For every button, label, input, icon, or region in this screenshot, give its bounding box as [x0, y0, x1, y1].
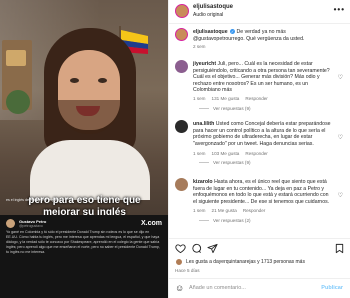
tweet-header: Gustavo Petro @petrogustavo X.com	[6, 219, 162, 228]
plant-decor	[6, 90, 30, 114]
comment-text: Hasta ahora, es el único reel que siento…	[193, 179, 330, 205]
comment-text: Usted como Concejal debería estar prepar…	[193, 121, 331, 147]
emoji-icon[interactable]: ☺	[175, 283, 184, 293]
author-avatar[interactable]	[175, 4, 189, 18]
comment-meta: 1 sem 103 Me gusta Responder	[193, 151, 268, 156]
caption-meta: 2 sem	[193, 44, 206, 49]
author-username[interactable]: eljulisastoque	[193, 4, 233, 10]
post-header: eljulisastoque Audio original •••	[169, 0, 350, 24]
liker-avatar	[175, 258, 183, 266]
view-replies-button[interactable]: Ver respuestas (9)	[199, 160, 251, 165]
caption-username[interactable]: eljulisastoque	[193, 29, 228, 35]
comment-meta: 1 sem 21 Me gusta Responder	[193, 208, 265, 213]
post-date: Hace 5 días	[175, 268, 200, 273]
reply-button[interactable]: Responder	[245, 151, 267, 156]
comment-body: kizarolo Hasta ahora, es el único reel q…	[193, 179, 333, 205]
action-bar	[169, 238, 350, 258]
comment-time: 1 sem	[193, 96, 206, 101]
audio-label[interactable]: Audio original	[193, 12, 223, 18]
tweet-overlay: Gustavo Petro @petrogustavo X.com Yo gan…	[0, 215, 168, 298]
shelf-item-decor	[6, 50, 26, 66]
view-replies-button[interactable]: Ver respuestas (2)	[199, 218, 251, 223]
add-comment-bar: ☺ Añade un comentario... Publicar	[169, 278, 350, 298]
caption-avatar[interactable]	[175, 28, 188, 41]
replies-divider	[199, 108, 209, 109]
verified-badge-icon: ✓	[230, 29, 236, 35]
view-replies-label: Ver respuestas (2)	[213, 218, 251, 223]
view-replies-button[interactable]: Ver respuestas (9)	[199, 106, 251, 111]
tweet-text: Yo gané en Colombia y tú sólo el preside…	[6, 230, 160, 254]
x-logo-icon: X.com	[140, 220, 162, 227]
comment-likes[interactable]: 21 Me gusta	[212, 208, 237, 213]
comment-likes[interactable]: 131 Me gusta	[212, 96, 240, 101]
bookmark-icon[interactable]	[334, 243, 345, 254]
comment-username[interactable]: kizarolo	[193, 179, 213, 185]
person-shirt	[30, 140, 150, 200]
comment-body: jiyeuricht Juli, pero... Cuál es la nece…	[193, 61, 333, 94]
post-panel: eljulisastoque Audio original ••• eljuli…	[168, 0, 350, 298]
person-eye-left	[70, 78, 79, 83]
comment-avatar[interactable]	[175, 60, 188, 73]
caption-body: eljulisastoque ✓ De verdad ya no más @gu…	[193, 29, 333, 42]
comment-time: 1 sem	[193, 151, 206, 156]
view-replies-label: Ver respuestas (9)	[213, 160, 251, 165]
view-replies-label: Ver respuestas (9)	[213, 106, 251, 111]
comment-meta: 1 sem 131 Me gusta Responder	[193, 96, 268, 101]
tweet-avatar	[6, 219, 15, 228]
like-heart-icon[interactable]: ♡	[338, 192, 343, 199]
publish-button[interactable]: Publicar	[321, 285, 343, 291]
like-heart-icon[interactable]: ♡	[338, 134, 343, 141]
heart-icon[interactable]	[175, 243, 186, 254]
tweet-handle: @petrogustavo	[19, 224, 43, 228]
share-icon[interactable]	[207, 243, 218, 254]
reply-button[interactable]: Responder	[243, 208, 265, 213]
comment-time: 1 sem	[193, 208, 206, 213]
caption-time: 2 sem	[193, 44, 206, 49]
comment-likes[interactable]: 103 Me gusta	[212, 151, 240, 156]
comment-username[interactable]: jiyeuricht	[193, 61, 216, 67]
replies-divider	[199, 162, 209, 163]
likes-summary[interactable]: Les gusta a dayerquintanarejas y 1713 pe…	[175, 258, 305, 266]
like-heart-icon[interactable]: ♡	[338, 74, 343, 81]
tweet-lead-text: es el inglés de ellos, no el español.	[6, 198, 62, 202]
tweet-author: Gustavo Petro @petrogustavo	[19, 219, 46, 228]
comment-icon[interactable]	[191, 243, 202, 254]
reply-button[interactable]: Responder	[245, 96, 267, 101]
comment-body: una.lilith Usted como Concejal debería e…	[193, 121, 333, 147]
comment-avatar[interactable]	[175, 178, 188, 191]
comment-username[interactable]: una.lilith	[193, 121, 214, 127]
replies-divider	[199, 220, 209, 221]
likes-text[interactable]: Les gusta a dayerquintanarejas y 1713 pe…	[186, 259, 305, 265]
comment-input[interactable]: Añade un comentario...	[189, 285, 246, 291]
comment-avatar[interactable]	[175, 120, 188, 133]
reel-video[interactable]: pero para eso tiene que mejorar su inglé…	[0, 0, 168, 298]
person-eye-right	[98, 78, 107, 83]
more-options-icon[interactable]: •••	[334, 5, 345, 14]
